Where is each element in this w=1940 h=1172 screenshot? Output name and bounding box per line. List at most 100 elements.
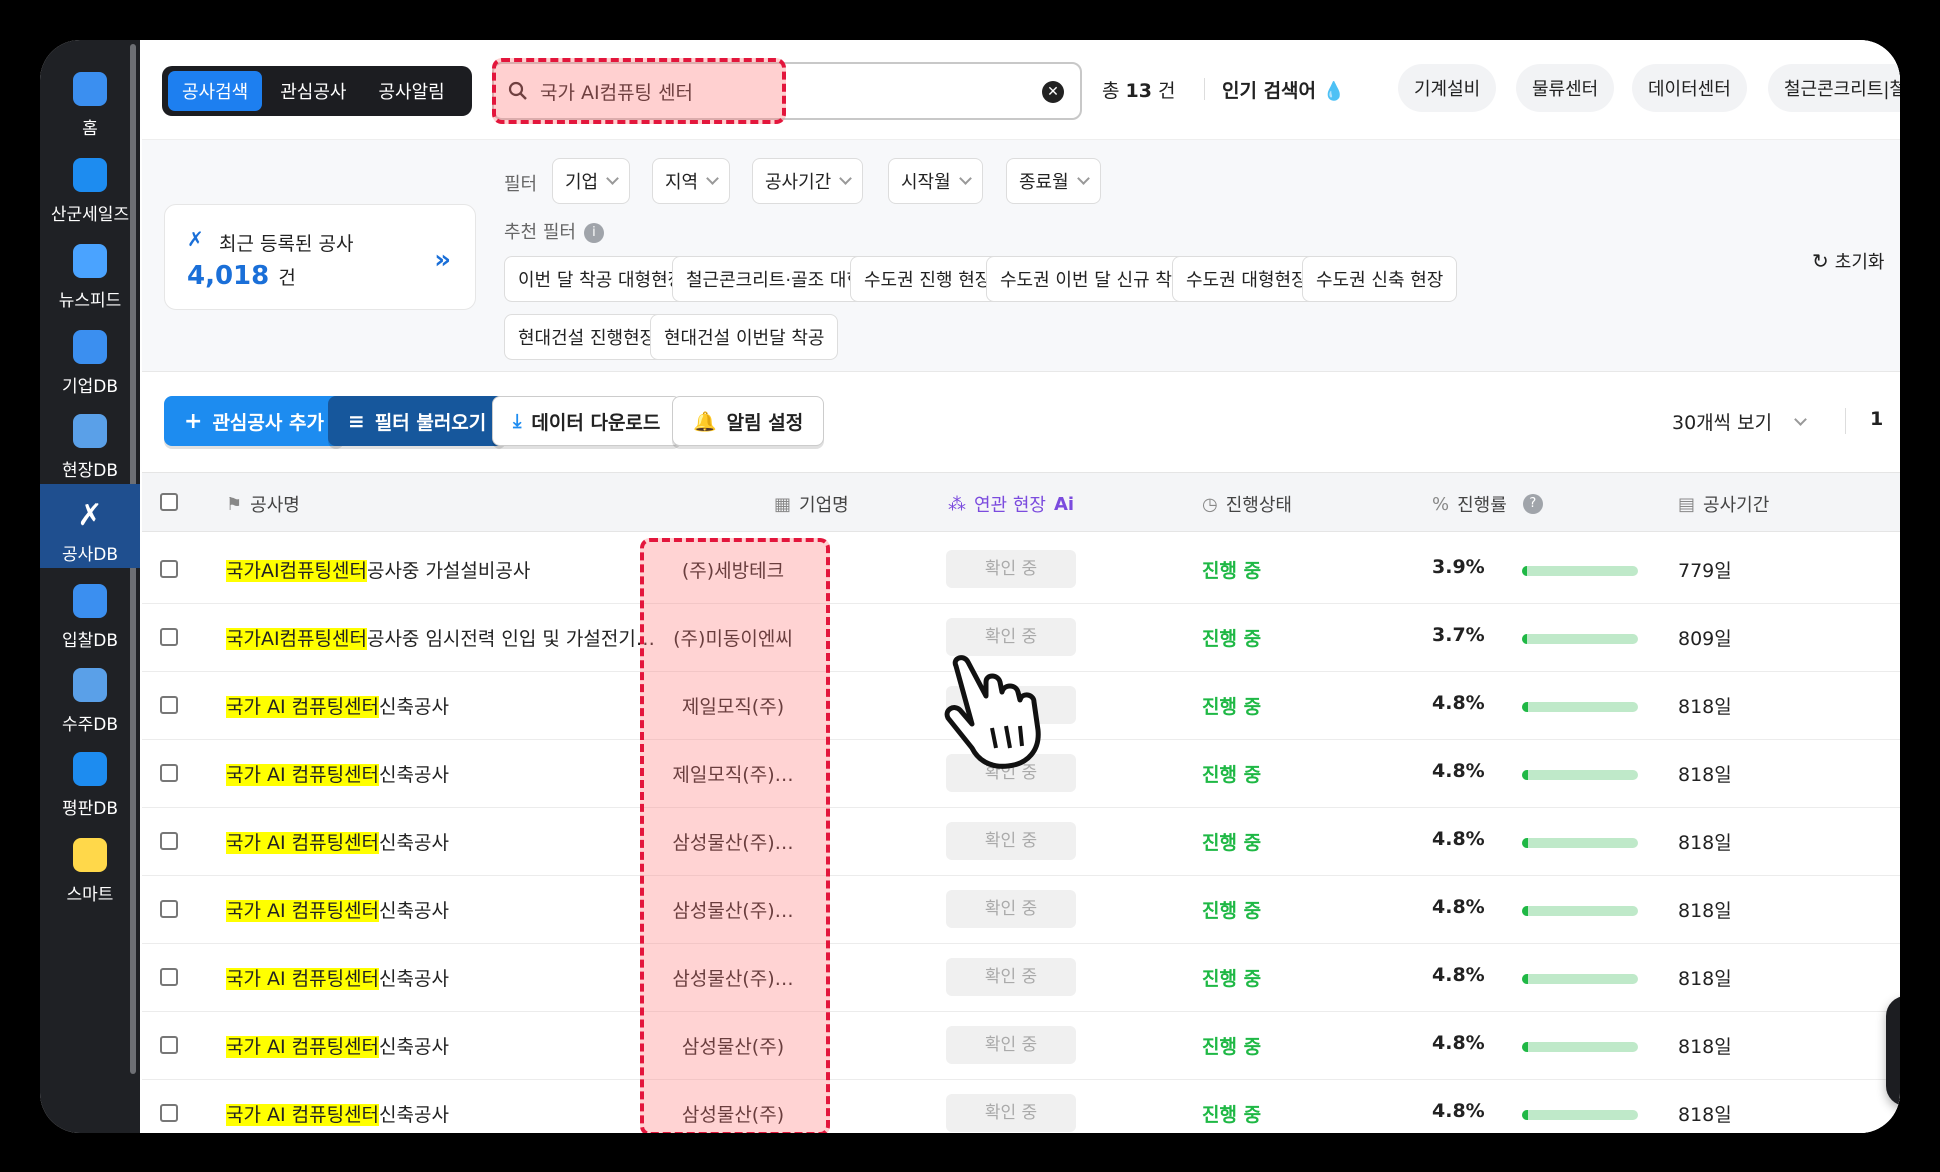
construction-name[interactable]: 국가 AI 컴퓨팅센터신축공사 bbox=[226, 1032, 449, 1059]
row-checkbox[interactable] bbox=[160, 560, 178, 578]
select-all-checkbox[interactable] bbox=[160, 493, 178, 511]
recommend-chip[interactable]: 현대건설 이번달 착공 bbox=[650, 314, 839, 360]
row-checkbox[interactable] bbox=[160, 832, 178, 850]
popular-chip[interactable]: 물류센터 bbox=[1516, 64, 1615, 112]
table-row[interactable]: 국가AI컴퓨팅센터공사중 가설설비공사 (주)세방테크 확인 중 진행 중 3.9% 77… bbox=[142, 536, 1900, 604]
reset-button[interactable]: ↻ 초기화 bbox=[1812, 248, 1884, 274]
popular-chip[interactable]: 철근콘크리트|철근| bbox=[1768, 64, 1900, 112]
company-name[interactable]: 삼성물산(주)… bbox=[638, 828, 828, 855]
row-checkbox[interactable] bbox=[160, 764, 178, 782]
table-row[interactable]: 국가 AI 컴퓨팅센터신축공사 삼성물산(주)… 확인 중 진행 중 4.8% 818일 bbox=[142, 808, 1900, 876]
company-name[interactable]: 삼성물산(주) bbox=[638, 1032, 828, 1059]
header-progress[interactable]: % 진행률? bbox=[1432, 491, 1543, 517]
popular-chip[interactable]: 데이터센터 bbox=[1632, 64, 1747, 112]
helper-bot-button[interactable] bbox=[1886, 996, 1900, 1106]
load-filter-button[interactable]: ≡ 필터 불러오기 bbox=[328, 396, 507, 446]
construction-name[interactable]: 국가 AI 컴퓨팅센터신축공사 bbox=[226, 692, 449, 719]
header-name[interactable]: ⚑ 공사명 bbox=[226, 491, 300, 517]
progress-bar bbox=[1522, 566, 1638, 576]
progress-percent: 3.7% bbox=[1432, 624, 1485, 646]
related-site-status: 확인 중 bbox=[946, 550, 1076, 588]
sidebar-item[interactable]: 산군세일즈 bbox=[40, 144, 140, 228]
alert-settings-button[interactable]: 🔔 알림 설정 bbox=[672, 396, 825, 446]
table-row[interactable]: 국가 AI 컴퓨팅센터신축공사 삼성물산(주) 확인 중 진행 중 4.8% 818일 bbox=[142, 1080, 1900, 1133]
recommend-label-text: 추천 필터 bbox=[504, 222, 576, 243]
construction-period: 818일 bbox=[1678, 900, 1732, 922]
header-status[interactable]: ◷ 진행상태 bbox=[1202, 491, 1292, 517]
progress-status: 진행 중 bbox=[1202, 764, 1262, 786]
row-checkbox[interactable] bbox=[160, 628, 178, 646]
tab-construction-search[interactable]: 공사검색 bbox=[168, 71, 263, 111]
table-row[interactable]: 국가 AI 컴퓨팅센터신축공사 삼성물산(주)… 확인 중 진행 중 4.8% 818일 bbox=[142, 876, 1900, 944]
construction-name[interactable]: 국가AI컴퓨팅센터공사중 임시전력 인입 및 가설전기 … bbox=[226, 624, 656, 651]
info-icon[interactable]: i bbox=[583, 223, 604, 243]
construction-name[interactable]: 국가 AI 컴퓨팅센터신축공사 bbox=[226, 1100, 449, 1127]
add-interest-button[interactable]: + 관심공사 추가 bbox=[164, 396, 344, 446]
tab-construction-alerts[interactable]: 공사알림 bbox=[365, 71, 459, 111]
related-site-status: 확인 중 bbox=[946, 958, 1076, 996]
clear-search-icon[interactable]: ✕ bbox=[1042, 81, 1064, 103]
sidebar-item[interactable]: 입찰DB bbox=[40, 570, 140, 654]
filter-dropdown-company[interactable]: 기업 bbox=[552, 158, 631, 204]
header-company-label: 기업명 bbox=[799, 495, 849, 516]
sidebar-item[interactable]: 스마트 bbox=[40, 824, 140, 908]
tab-interest-construction[interactable]: 관심공사 bbox=[266, 71, 360, 111]
recommend-chip[interactable]: 수도권 이번 달 신규 착공 bbox=[986, 256, 1203, 302]
company-name[interactable]: 삼성물산(주) bbox=[638, 1100, 828, 1127]
company-name[interactable]: (주)세방테크 bbox=[638, 556, 828, 583]
construction-name[interactable]: 국가 AI 컴퓨팅센터신축공사 bbox=[226, 964, 449, 991]
recommend-chip[interactable]: 수도권 진행 현장 bbox=[850, 256, 1006, 302]
sidebar-item[interactable]: 평판DB bbox=[40, 738, 140, 822]
filter-dropdown-end-month[interactable]: 종료월 bbox=[1006, 158, 1101, 204]
row-checkbox[interactable] bbox=[160, 1104, 178, 1122]
company-name[interactable]: 제일모직(주) bbox=[638, 692, 828, 719]
construction-name[interactable]: 국가 AI 컴퓨팅센터신축공사 bbox=[226, 760, 449, 787]
data-download-button[interactable]: ⤓ 데이터 다운로드 bbox=[492, 396, 682, 446]
sidebar-item[interactable]: 현장DB bbox=[40, 400, 140, 484]
company-name[interactable]: 제일모직(주)… bbox=[638, 760, 828, 787]
help-icon[interactable]: ? bbox=[1522, 494, 1543, 514]
recommend-chip[interactable]: 철근콘크리트·골조 대형 bbox=[672, 256, 878, 302]
result-total: 총 13 건 bbox=[1102, 76, 1176, 103]
per-page-select[interactable]: 30개씩 보기 bbox=[1672, 408, 1808, 435]
sidebar-item[interactable]: 수주DB bbox=[40, 654, 140, 738]
construction-name[interactable]: 국가 AI 컴퓨팅센터신축공사 bbox=[226, 828, 449, 855]
row-checkbox[interactable] bbox=[160, 900, 178, 918]
double-chevron-right-icon[interactable]: » bbox=[434, 245, 451, 275]
filter-dropdown-start-month[interactable]: 시작월 bbox=[888, 158, 983, 204]
header-related-site[interactable]: ⁂ 연관 현장 Ai bbox=[948, 491, 1074, 517]
chevron-down-icon bbox=[1076, 172, 1090, 185]
row-checkbox[interactable] bbox=[160, 1036, 178, 1054]
sidebar-item[interactable]: 홈 bbox=[40, 58, 140, 142]
company-name[interactable]: 삼성물산(주)… bbox=[638, 896, 828, 923]
recommend-chip[interactable]: 수도권 대형현장 bbox=[1172, 256, 1322, 302]
sidebar-item-label: 산군세일즈 bbox=[50, 205, 130, 225]
header-period[interactable]: ▤ 공사기간 bbox=[1678, 491, 1769, 517]
sidebar-item-label: 평판DB bbox=[61, 799, 119, 819]
table-row[interactable]: 국가 AI 컴퓨팅센터신축공사 삼성물산(주) 확인 중 진행 중 4.8% 818일 bbox=[142, 1012, 1900, 1080]
dropdown-label: 종료월 bbox=[1019, 172, 1069, 193]
company-name[interactable]: (주)미동이엔씨 bbox=[638, 624, 828, 651]
page-number[interactable]: 1 bbox=[1870, 408, 1883, 430]
sidebar-item[interactable]: 기업DB bbox=[40, 316, 140, 400]
company-name[interactable]: 삼성물산(주)… bbox=[638, 964, 828, 991]
row-checkbox[interactable] bbox=[160, 696, 178, 714]
recommend-chip[interactable]: 이번 달 착공 대형현장 bbox=[504, 256, 699, 302]
recent-construction-card[interactable]: ✗ 최근 등록된 공사 4,018 건 » bbox=[164, 204, 476, 310]
recommend-chip[interactable]: 수도권 신축 현장 bbox=[1302, 256, 1458, 302]
ai-badge: Ai bbox=[1053, 493, 1075, 515]
construction-name-rest: 공사중 가설설비공사 bbox=[366, 560, 531, 582]
construction-name[interactable]: 국가AI컴퓨팅센터공사중 가설설비공사 bbox=[226, 556, 530, 583]
filter-dropdown-period[interactable]: 공사기간 bbox=[752, 158, 864, 204]
filter-dropdown-region[interactable]: 지역 bbox=[652, 158, 731, 204]
popular-chip[interactable]: 기계설비 bbox=[1398, 64, 1497, 112]
recommend-chip[interactable]: 현대건설 진행현장 bbox=[504, 314, 671, 360]
progress-bar bbox=[1522, 906, 1638, 916]
row-checkbox[interactable] bbox=[160, 968, 178, 986]
header-company[interactable]: ▦ 기업명 bbox=[774, 491, 849, 517]
sidebar-item[interactable]: ✗ 공사DB bbox=[40, 484, 140, 568]
sidebar-item[interactable]: 뉴스피드 bbox=[40, 230, 140, 314]
construction-name[interactable]: 국가 AI 컴퓨팅센터신축공사 bbox=[226, 896, 449, 923]
table-row[interactable]: 국가 AI 컴퓨팅센터신축공사 삼성물산(주)… 확인 중 진행 중 4.8% 818일 bbox=[142, 944, 1900, 1012]
progress-status: 진행 중 bbox=[1202, 696, 1262, 718]
